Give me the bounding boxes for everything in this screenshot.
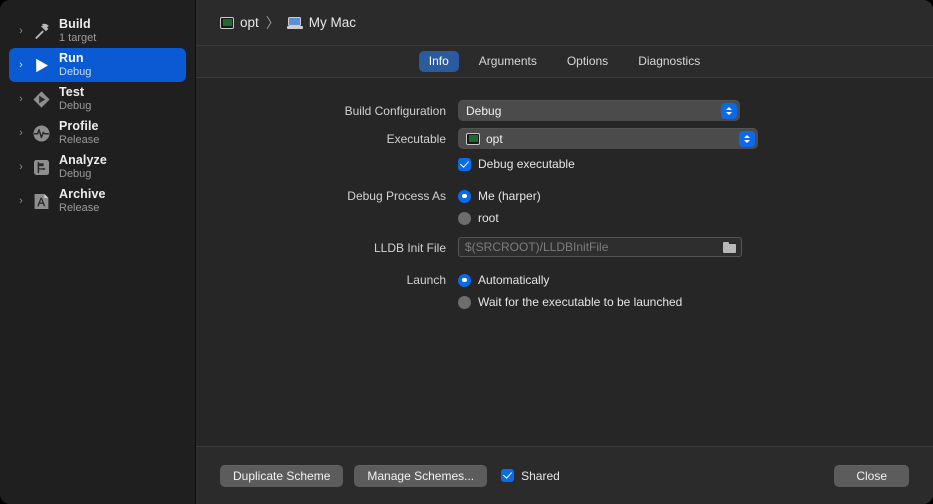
close-button[interactable]: Close [834, 465, 909, 487]
radio-automatically-label: Automatically [478, 273, 549, 287]
tab-bar: Info Arguments Options Diagnostics [196, 46, 933, 78]
analyze-icon [29, 156, 53, 178]
archive-icon [29, 190, 53, 212]
manage-schemes-button[interactable]: Manage Schemes... [354, 465, 487, 487]
radio-automatically[interactable] [458, 274, 471, 287]
radio-root-label: root [478, 211, 499, 225]
chevron-right-icon: 〉 [266, 13, 280, 33]
footer-bar: Duplicate Scheme Manage Schemes... Share… [196, 446, 933, 504]
debug-process-as-option-me[interactable]: Me (harper) [458, 185, 933, 207]
launch-row: Launch Automatically Wait for the execut… [196, 269, 933, 313]
debug-process-as-option-root[interactable]: root [458, 207, 933, 229]
sidebar-item-title: Archive [59, 187, 106, 201]
tab-diagnostics[interactable]: Diagnostics [628, 51, 710, 71]
tab-info[interactable]: Info [419, 51, 459, 71]
debug-executable-checkbox[interactable] [458, 158, 471, 171]
launch-option-automatically[interactable]: Automatically [458, 269, 933, 291]
executable-icon [220, 17, 234, 29]
lldb-init-file-placeholder: $(SRCROOT)/LLDBInitFile [465, 240, 608, 254]
main-pane: opt 〉 My Mac Info Arguments Options Diag… [196, 0, 933, 504]
profile-icon [29, 122, 53, 144]
executable-icon [466, 133, 480, 145]
tab-options[interactable]: Options [557, 51, 618, 71]
chevron-updown-icon[interactable] [739, 131, 755, 147]
disclosure-triangle-profile[interactable]: › [13, 128, 29, 139]
info-form: Build Configuration Debug Executable [196, 78, 933, 446]
radio-wait-label: Wait for the executable to be launched [478, 295, 682, 309]
sidebar-item-build[interactable]: › Build 1 target [9, 14, 186, 48]
build-configuration-row: Build Configuration Debug [196, 100, 933, 122]
debug-executable-label: Debug executable [478, 157, 575, 171]
test-icon [29, 88, 53, 110]
disclosure-triangle-build[interactable]: › [13, 26, 29, 37]
shared-row[interactable]: Shared [501, 469, 560, 483]
launch-option-wait[interactable]: Wait for the executable to be launched [458, 291, 933, 313]
laptop-icon [287, 17, 303, 29]
disclosure-triangle-test[interactable]: › [13, 94, 29, 105]
scheme-actions-sidebar: › Build 1 target › Run Debug [0, 0, 196, 504]
build-configuration-value: Debug [466, 104, 501, 118]
scheme-editor-window: › Build 1 target › Run Debug [0, 0, 933, 504]
sidebar-item-title: Build [59, 17, 96, 31]
breadcrumb-destination-label: My Mac [309, 15, 356, 30]
lldb-init-file-input[interactable]: $(SRCROOT)/LLDBInitFile [458, 237, 742, 257]
sidebar-item-analyze[interactable]: › Analyze Debug [9, 150, 186, 184]
sidebar-item-subtitle: Debug [59, 100, 91, 112]
sidebar-item-profile[interactable]: › Profile Release [9, 116, 186, 150]
shared-label: Shared [521, 469, 560, 483]
lldb-init-file-label: LLDB Init File [196, 237, 458, 259]
disclosure-triangle-archive[interactable]: › [13, 196, 29, 207]
breadcrumb-scheme[interactable]: opt [220, 15, 259, 30]
executable-row: Executable opt Debug executable [196, 128, 933, 175]
shared-checkbox[interactable] [501, 469, 514, 482]
executable-select[interactable]: opt [458, 128, 758, 149]
hammer-icon [29, 20, 53, 42]
radio-wait[interactable] [458, 296, 471, 309]
sidebar-item-subtitle: Debug [59, 168, 107, 180]
sidebar-item-title: Profile [59, 119, 99, 133]
breadcrumb-destination[interactable]: My Mac [287, 15, 356, 30]
sidebar-item-title: Analyze [59, 153, 107, 167]
disclosure-triangle-run[interactable]: › [13, 60, 29, 71]
debug-executable-row[interactable]: Debug executable [458, 153, 933, 175]
sidebar-item-subtitle: 1 target [59, 32, 96, 44]
radio-me[interactable] [458, 190, 471, 203]
radio-root[interactable] [458, 212, 471, 225]
build-configuration-label: Build Configuration [196, 100, 458, 122]
breadcrumb: opt 〉 My Mac [196, 0, 933, 46]
executable-value: opt [486, 132, 503, 146]
executable-label: Executable [196, 128, 458, 150]
sidebar-item-run[interactable]: › Run Debug [9, 48, 186, 82]
folder-icon[interactable] [723, 242, 736, 253]
duplicate-scheme-button[interactable]: Duplicate Scheme [220, 465, 343, 487]
disclosure-triangle-analyze[interactable]: › [13, 162, 29, 173]
sidebar-item-subtitle: Debug [59, 66, 91, 78]
sidebar-item-title: Run [59, 51, 91, 65]
debug-process-as-label: Debug Process As [196, 185, 458, 207]
debug-process-as-row: Debug Process As Me (harper) root [196, 185, 933, 229]
chevron-updown-icon[interactable] [721, 103, 737, 119]
lldb-init-file-row: LLDB Init File $(SRCROOT)/LLDBInitFile [196, 237, 933, 259]
breadcrumb-scheme-label: opt [240, 15, 259, 30]
tab-arguments[interactable]: Arguments [469, 51, 547, 71]
play-icon [29, 54, 53, 76]
radio-me-label: Me (harper) [478, 189, 541, 203]
sidebar-item-archive[interactable]: › Archive Release [9, 184, 186, 218]
sidebar-item-subtitle: Release [59, 202, 106, 214]
launch-label: Launch [196, 269, 458, 291]
sidebar-item-title: Test [59, 85, 91, 99]
build-configuration-select[interactable]: Debug [458, 100, 740, 121]
sidebar-item-test[interactable]: › Test Debug [9, 82, 186, 116]
sidebar-item-subtitle: Release [59, 134, 99, 146]
